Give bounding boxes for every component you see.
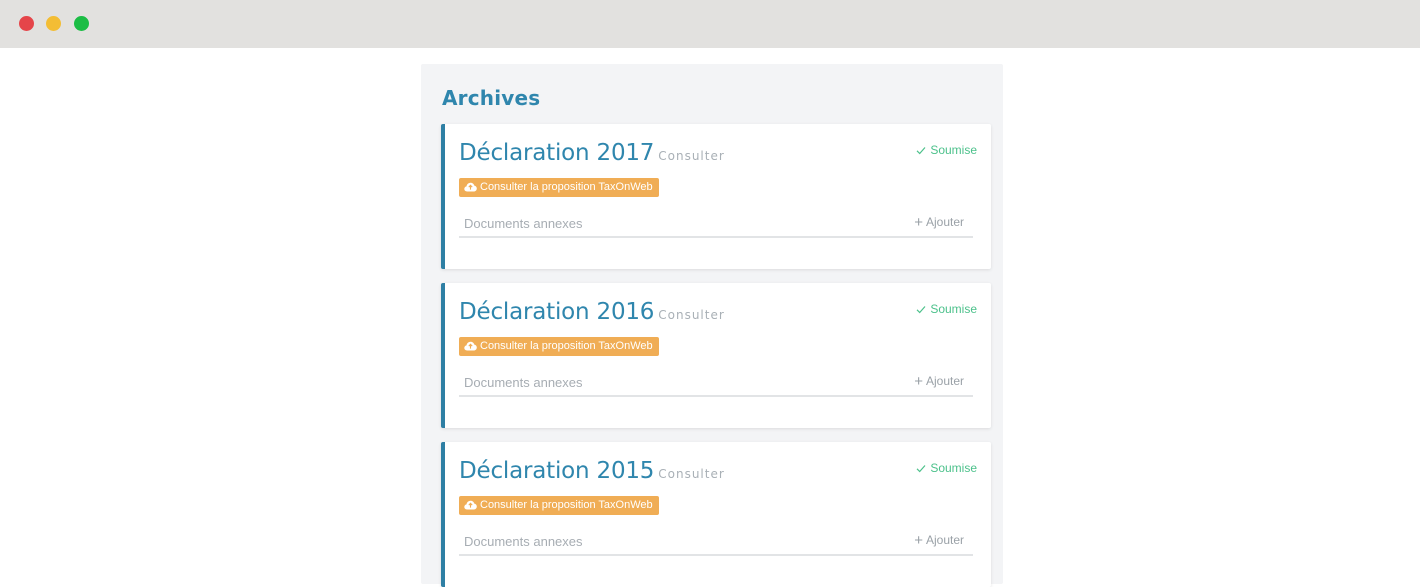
check-icon: [916, 465, 926, 473]
taxonweb-proposal-button[interactable]: Consulter la proposition TaxOnWeb: [459, 496, 659, 515]
declaration-title-text: Déclaration 2017: [459, 140, 655, 166]
add-document-button[interactable]: + Ajouter: [914, 532, 964, 549]
status-text: Soumise: [930, 302, 977, 316]
taxonweb-proposal-button[interactable]: Consulter la proposition TaxOnWeb: [459, 178, 659, 197]
declaration-card: Déclaration 2015 Consulter Soumise Consul…: [441, 442, 991, 587]
taxonweb-proposal-button[interactable]: Consulter la proposition TaxOnWeb: [459, 337, 659, 356]
add-document-button[interactable]: + Ajouter: [914, 214, 964, 231]
declaration-title: Déclaration 2017 Consulter: [459, 140, 725, 166]
documents-row: Documents annexes + Ajouter: [459, 372, 973, 397]
panel-title: Archives: [442, 86, 541, 110]
window-minimize-button[interactable]: [46, 16, 61, 31]
consult-link[interactable]: Consulter: [658, 467, 725, 481]
declaration-card: Déclaration 2017 Consulter Soumise Consul…: [441, 124, 991, 269]
status-badge: Soumise: [916, 461, 977, 475]
cloud-icon: [464, 341, 477, 351]
status-badge: Soumise: [916, 302, 977, 316]
cloud-icon: [464, 500, 477, 510]
check-icon: [916, 306, 926, 314]
declaration-title-text: Déclaration 2015: [459, 458, 655, 484]
documents-row: Documents annexes + Ajouter: [459, 531, 973, 556]
archives-panel: Archives Déclaration 2017 Consulter Soumi…: [421, 64, 1003, 587]
window-close-button[interactable]: [19, 16, 34, 31]
consult-link[interactable]: Consulter: [658, 308, 725, 322]
proposal-button-label: Consulter la proposition TaxOnWeb: [480, 181, 653, 193]
plus-icon: +: [914, 532, 923, 549]
proposal-button-label: Consulter la proposition TaxOnWeb: [480, 340, 653, 352]
proposal-button-label: Consulter la proposition TaxOnWeb: [480, 499, 653, 511]
plus-icon: +: [914, 214, 923, 231]
window-maximize-button[interactable]: [74, 16, 89, 31]
documents-label: Documents annexes: [464, 375, 583, 390]
status-text: Soumise: [930, 143, 977, 157]
window-titlebar: [0, 0, 1420, 48]
declaration-title-text: Déclaration 2016: [459, 299, 655, 325]
add-document-button[interactable]: + Ajouter: [914, 373, 964, 390]
check-icon: [916, 147, 926, 155]
declaration-card: Déclaration 2016 Consulter Soumise Consul…: [441, 283, 991, 428]
cloud-icon: [464, 182, 477, 192]
declaration-title: Déclaration 2015 Consulter: [459, 458, 725, 484]
consult-link[interactable]: Consulter: [658, 149, 725, 163]
documents-label: Documents annexes: [464, 216, 583, 231]
add-label: Ajouter: [925, 374, 964, 388]
add-label: Ajouter: [925, 533, 964, 547]
plus-icon: +: [914, 373, 923, 390]
declaration-title: Déclaration 2016 Consulter: [459, 299, 725, 325]
add-label: Ajouter: [925, 215, 964, 229]
status-badge: Soumise: [916, 143, 977, 157]
documents-label: Documents annexes: [464, 534, 583, 549]
status-text: Soumise: [930, 461, 977, 475]
documents-row: Documents annexes + Ajouter: [459, 213, 973, 238]
